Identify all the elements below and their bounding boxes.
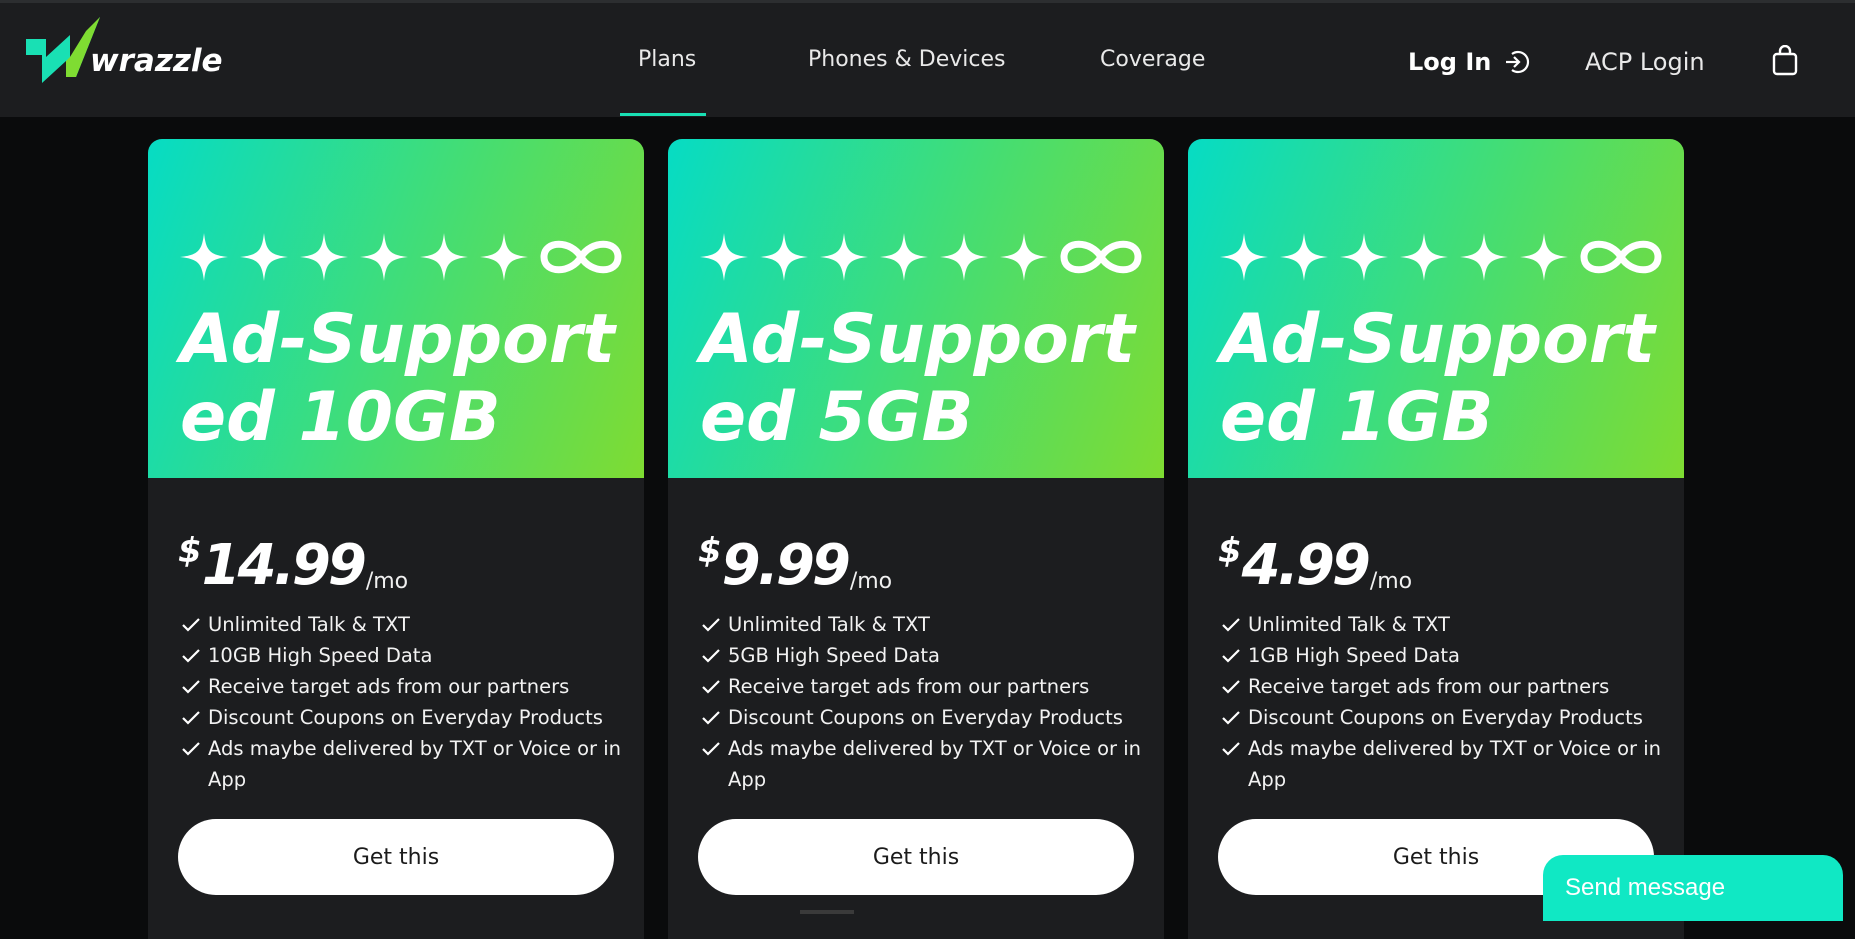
feature-item: Discount Coupons on Everyday Products [702,702,1142,733]
checkmark-icon [182,742,200,756]
sparkle-star-icon [480,233,528,281]
checkmark-icon [182,711,200,725]
feature-list: Unlimited Talk & TXT 5GB High Speed Data… [702,609,1142,795]
feature-item: 10GB High Speed Data [182,640,622,671]
price-unit: /mo [365,569,409,594]
checkmark-icon [702,649,720,663]
sparkle-star-icon [1220,233,1268,281]
price-unit: /mo [1369,569,1413,594]
send-message-button[interactable]: Send message [1543,855,1843,921]
checkmark-icon [182,649,200,663]
login-label: Log In [1408,48,1492,76]
plan-card: Ad-Supported 5GB $ 9.99 /mo Unlimited Ta… [668,139,1164,939]
feature-item: Discount Coupons on Everyday Products [1222,702,1662,733]
acp-login-link[interactable]: ACP Login [1585,48,1705,76]
checkmark-icon [182,618,200,632]
plan-card: Ad-Supported 1GB $ 4.99 /mo Unlimited Ta… [1188,139,1684,939]
price-amount: 14.99 [201,533,367,598]
feature-item: 5GB High Speed Data [702,640,1142,671]
plan-price: $ 4.99 /mo [1218,519,1412,598]
sparkle-star-icon [700,233,748,281]
feature-item: Unlimited Talk & TXT [702,609,1142,640]
price-amount: 9.99 [721,533,851,598]
checkmark-icon [702,618,720,632]
sparkle-star-icon [240,233,288,281]
plan-card-header: Ad-Supported 1GB [1188,139,1684,478]
infinity-icon [1580,240,1662,274]
sparkle-star-icon [1520,233,1568,281]
sparkle-star-icon [820,233,868,281]
plan-name: Ad-Supported 1GB [1220,300,1655,457]
nav-phones-devices[interactable]: Phones & Devices [808,47,1005,72]
sparkle-star-icon [420,233,468,281]
plan-name: Ad-Supported 10GB [180,300,615,457]
plan-card-header: Ad-Supported 10GB [148,139,644,478]
feature-item: Receive target ads from our partners [1222,671,1662,702]
checkmark-icon [1222,649,1240,663]
feature-item: Unlimited Talk & TXT [1222,609,1662,640]
logo-text: wrazzle [90,43,223,79]
feature-item: Unlimited Talk & TXT [182,609,622,640]
checkmark-icon [702,711,720,725]
sparkle-star-icon [300,233,348,281]
sparkle-star-icon [940,233,988,281]
plan-cards: Ad-Supported 10GB $ 14.99 /mo Unlimited … [148,139,1684,939]
checkmark-icon [702,742,720,756]
feature-list: Unlimited Talk & TXT 1GB High Speed Data… [1222,609,1662,795]
sparkle-star-icon [1460,233,1508,281]
rating-stars [698,231,1146,283]
sparkle-star-icon [1280,233,1328,281]
active-nav-indicator [620,113,706,116]
plan-price: $ 9.99 /mo [698,519,892,598]
sparkle-star-icon [1000,233,1048,281]
checkmark-icon [1222,680,1240,694]
price-amount: 4.99 [1241,533,1371,598]
sparkle-star-icon [1400,233,1448,281]
price-currency: $ [1218,531,1242,571]
checkmark-icon [1222,711,1240,725]
site-header: wrazzle Plans Phones & Devices Coverage … [0,3,1855,117]
scroll-indicator [800,910,854,914]
plan-name: Ad-Supported 5GB [700,300,1135,457]
infinity-icon [1060,240,1142,274]
sparkle-star-icon [1340,233,1388,281]
sparkle-star-icon [180,233,228,281]
price-currency: $ [698,531,722,571]
price-unit: /mo [849,569,893,594]
get-plan-button[interactable]: Get this [178,819,614,895]
feature-item: Discount Coupons on Everyday Products [182,702,622,733]
plan-price: $ 14.99 /mo [178,519,408,598]
nav-coverage[interactable]: Coverage [1100,47,1205,72]
price-currency: $ [178,531,202,571]
sparkle-star-icon [360,233,408,281]
feature-list: Unlimited Talk & TXT 10GB High Speed Dat… [182,609,622,795]
get-plan-button[interactable]: Get this [698,819,1134,895]
plan-card-header: Ad-Supported 5GB [668,139,1164,478]
plan-card: Ad-Supported 10GB $ 14.99 /mo Unlimited … [148,139,644,939]
rating-stars [178,231,626,283]
rating-stars [1218,231,1666,283]
feature-item: Ads maybe delivered by TXT or Voice or i… [182,733,622,795]
feature-item: 1GB High Speed Data [1222,640,1662,671]
checkmark-icon [182,680,200,694]
feature-item: Ads maybe delivered by TXT or Voice or i… [702,733,1142,795]
logo[interactable]: wrazzle [26,17,223,93]
login-arrow-icon [1506,50,1530,74]
checkmark-icon [1222,618,1240,632]
feature-item: Ads maybe delivered by TXT or Voice or i… [1222,733,1662,795]
nav-plans[interactable]: Plans [638,47,696,72]
feature-item: Receive target ads from our partners [182,671,622,702]
infinity-icon [540,240,622,274]
feature-item: Receive target ads from our partners [702,671,1142,702]
shopping-bag-icon[interactable] [1771,45,1799,77]
login-button[interactable]: Log In [1408,48,1531,76]
sparkle-star-icon [760,233,808,281]
sparkle-star-icon [880,233,928,281]
checkmark-icon [1222,742,1240,756]
checkmark-icon [702,680,720,694]
